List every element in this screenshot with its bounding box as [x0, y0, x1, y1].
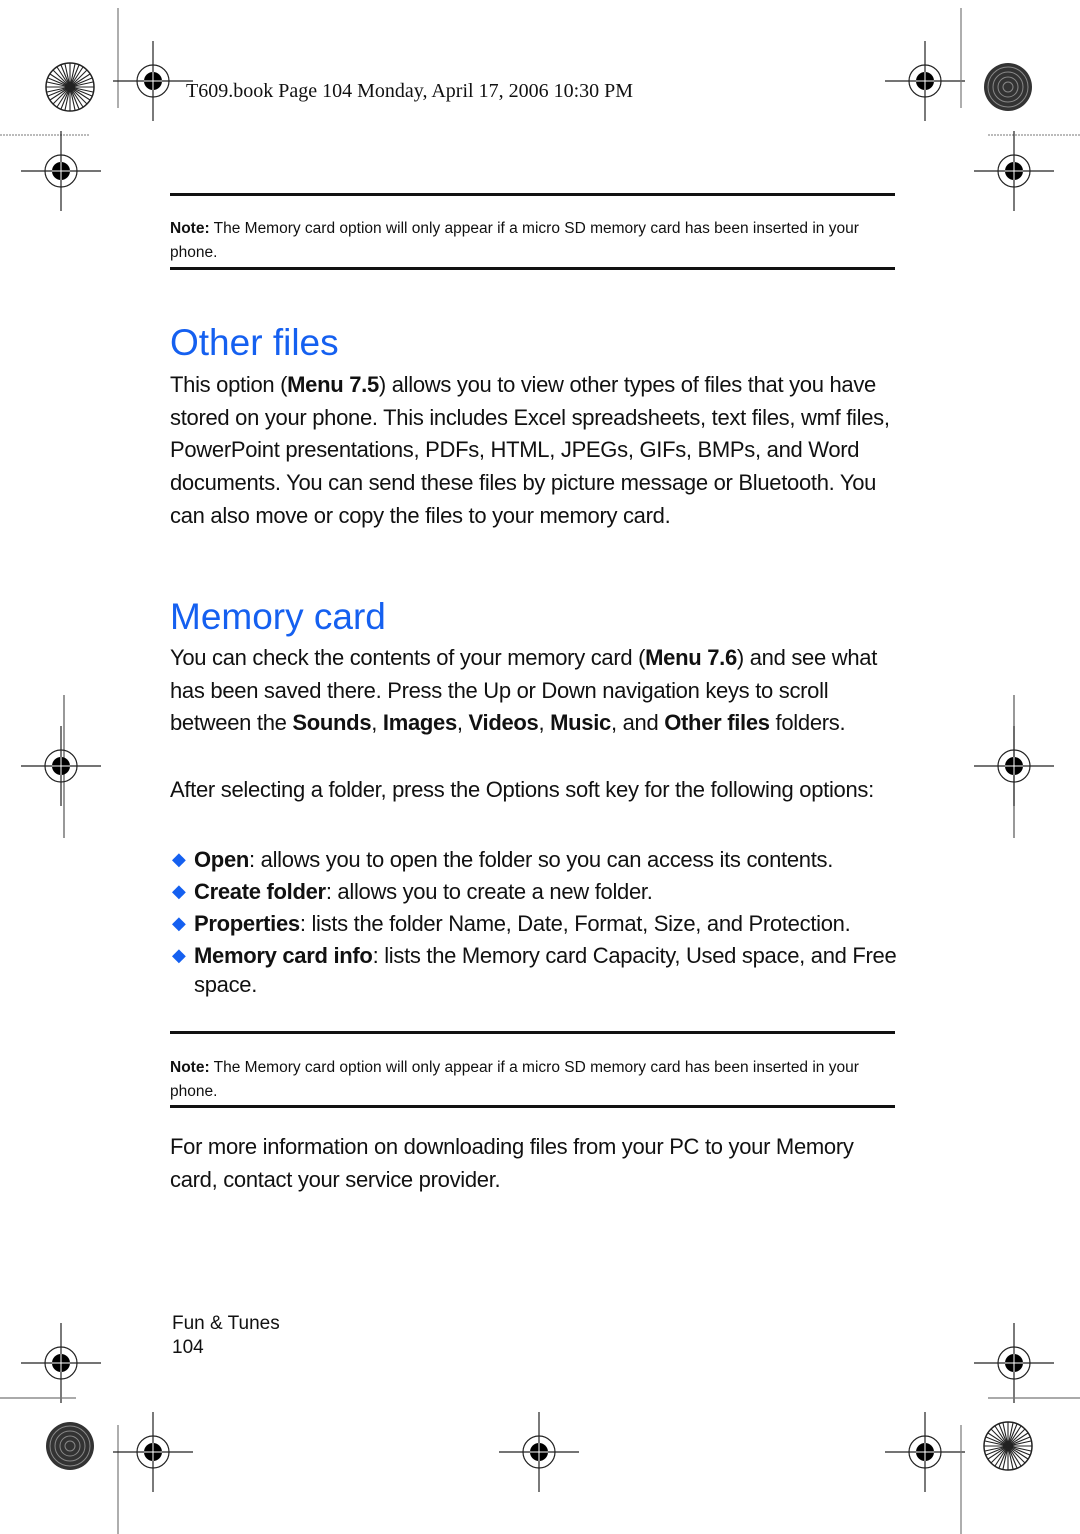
folder-name: Other files [664, 710, 770, 736]
note-bottom-rule [170, 267, 895, 270]
options-intro-paragraph: After selecting a folder, press the Opti… [170, 777, 874, 802]
section-heading-memory-card: Memory card [170, 596, 386, 637]
note-label: Note: [170, 220, 210, 237]
crosshair-icon [112, 40, 194, 122]
note-top-rule [170, 193, 895, 196]
crosshair-icon [884, 40, 966, 122]
closing-paragraph: For more information on downloading file… [170, 1134, 854, 1192]
note-box: Note: The Memory card option will only a… [170, 1056, 895, 1104]
diamond-bullet-icon: ◆ [172, 913, 186, 933]
note-bottom-rule [170, 1105, 895, 1108]
note-text: The Memory card option will only appear … [170, 220, 859, 261]
list-item: ◆ Create folder: allows you to create a n… [170, 877, 905, 906]
note-box: Note: The Memory card option will only a… [170, 217, 895, 265]
folder-name: Music [550, 710, 611, 736]
memory-card-paragraph: You can check the contents of your memor… [170, 642, 900, 740]
rings-target-icon [983, 62, 1033, 112]
option-name: Properties [194, 911, 300, 936]
option-name: Create folder [194, 879, 326, 904]
separator: , [456, 710, 469, 736]
other-files-paragraph: This option (Menu 7.5) allows you to vie… [170, 369, 900, 533]
list-item: ◆ Memory card info: lists the Memory card… [170, 941, 905, 999]
list-item: ◆ Properties: lists the folder Name, Date… [170, 909, 905, 938]
option-desc: : lists the folder Name, Date, Format, S… [299, 911, 851, 936]
crosshair-icon [973, 130, 1055, 212]
menu-ref: Menu 7.5 [287, 372, 379, 397]
text: You can check the contents of your memor… [170, 645, 646, 670]
folder-name: Images [382, 710, 457, 736]
diamond-bullet-icon: ◆ [172, 849, 186, 869]
crosshair-icon [973, 1322, 1055, 1404]
note-top-rule [170, 1031, 895, 1034]
page-footer: Fun & Tunes 104 [172, 1312, 280, 1360]
star-target-icon [983, 1421, 1033, 1471]
separator: , [371, 710, 383, 736]
crosshair-icon [20, 1322, 102, 1404]
option-name: Open [194, 847, 250, 872]
menu-ref: Menu 7.6 [645, 645, 737, 670]
crosshair-icon [20, 725, 102, 807]
crosshair-icon [112, 1411, 194, 1493]
option-name: Memory card info [194, 943, 373, 968]
crosshair-icon [973, 725, 1055, 807]
text: This option ( [170, 372, 288, 397]
print-slug: T609.book Page 104 Monday, April 17, 200… [186, 80, 634, 102]
section-heading-other-files: Other files [170, 322, 339, 363]
crosshair-icon [498, 1411, 580, 1493]
separator: , and [610, 710, 665, 736]
option-desc: : allows you to open the folder so you c… [249, 847, 834, 872]
chapter-title: Fun & Tunes [172, 1313, 280, 1334]
page-number: 104 [172, 1337, 204, 1358]
crosshair-icon [884, 1411, 966, 1493]
options-list: ◆ Open: allows you to open the folder so … [170, 845, 905, 1002]
crosshair-icon [20, 130, 102, 212]
separator: , [538, 710, 551, 736]
rings-target-icon [45, 1421, 95, 1471]
diamond-bullet-icon: ◆ [172, 945, 186, 965]
list-item: ◆ Open: allows you to open the folder so … [170, 845, 905, 874]
note-text: The Memory card option will only appear … [170, 1059, 859, 1100]
star-target-icon [45, 62, 95, 112]
folder-name: Sounds [292, 710, 372, 736]
diamond-bullet-icon: ◆ [172, 881, 186, 901]
note-label: Note: [170, 1059, 210, 1076]
option-desc: : allows you to create a new folder. [325, 879, 653, 904]
folder-name: Videos [468, 710, 539, 736]
text: folders. [769, 710, 846, 736]
